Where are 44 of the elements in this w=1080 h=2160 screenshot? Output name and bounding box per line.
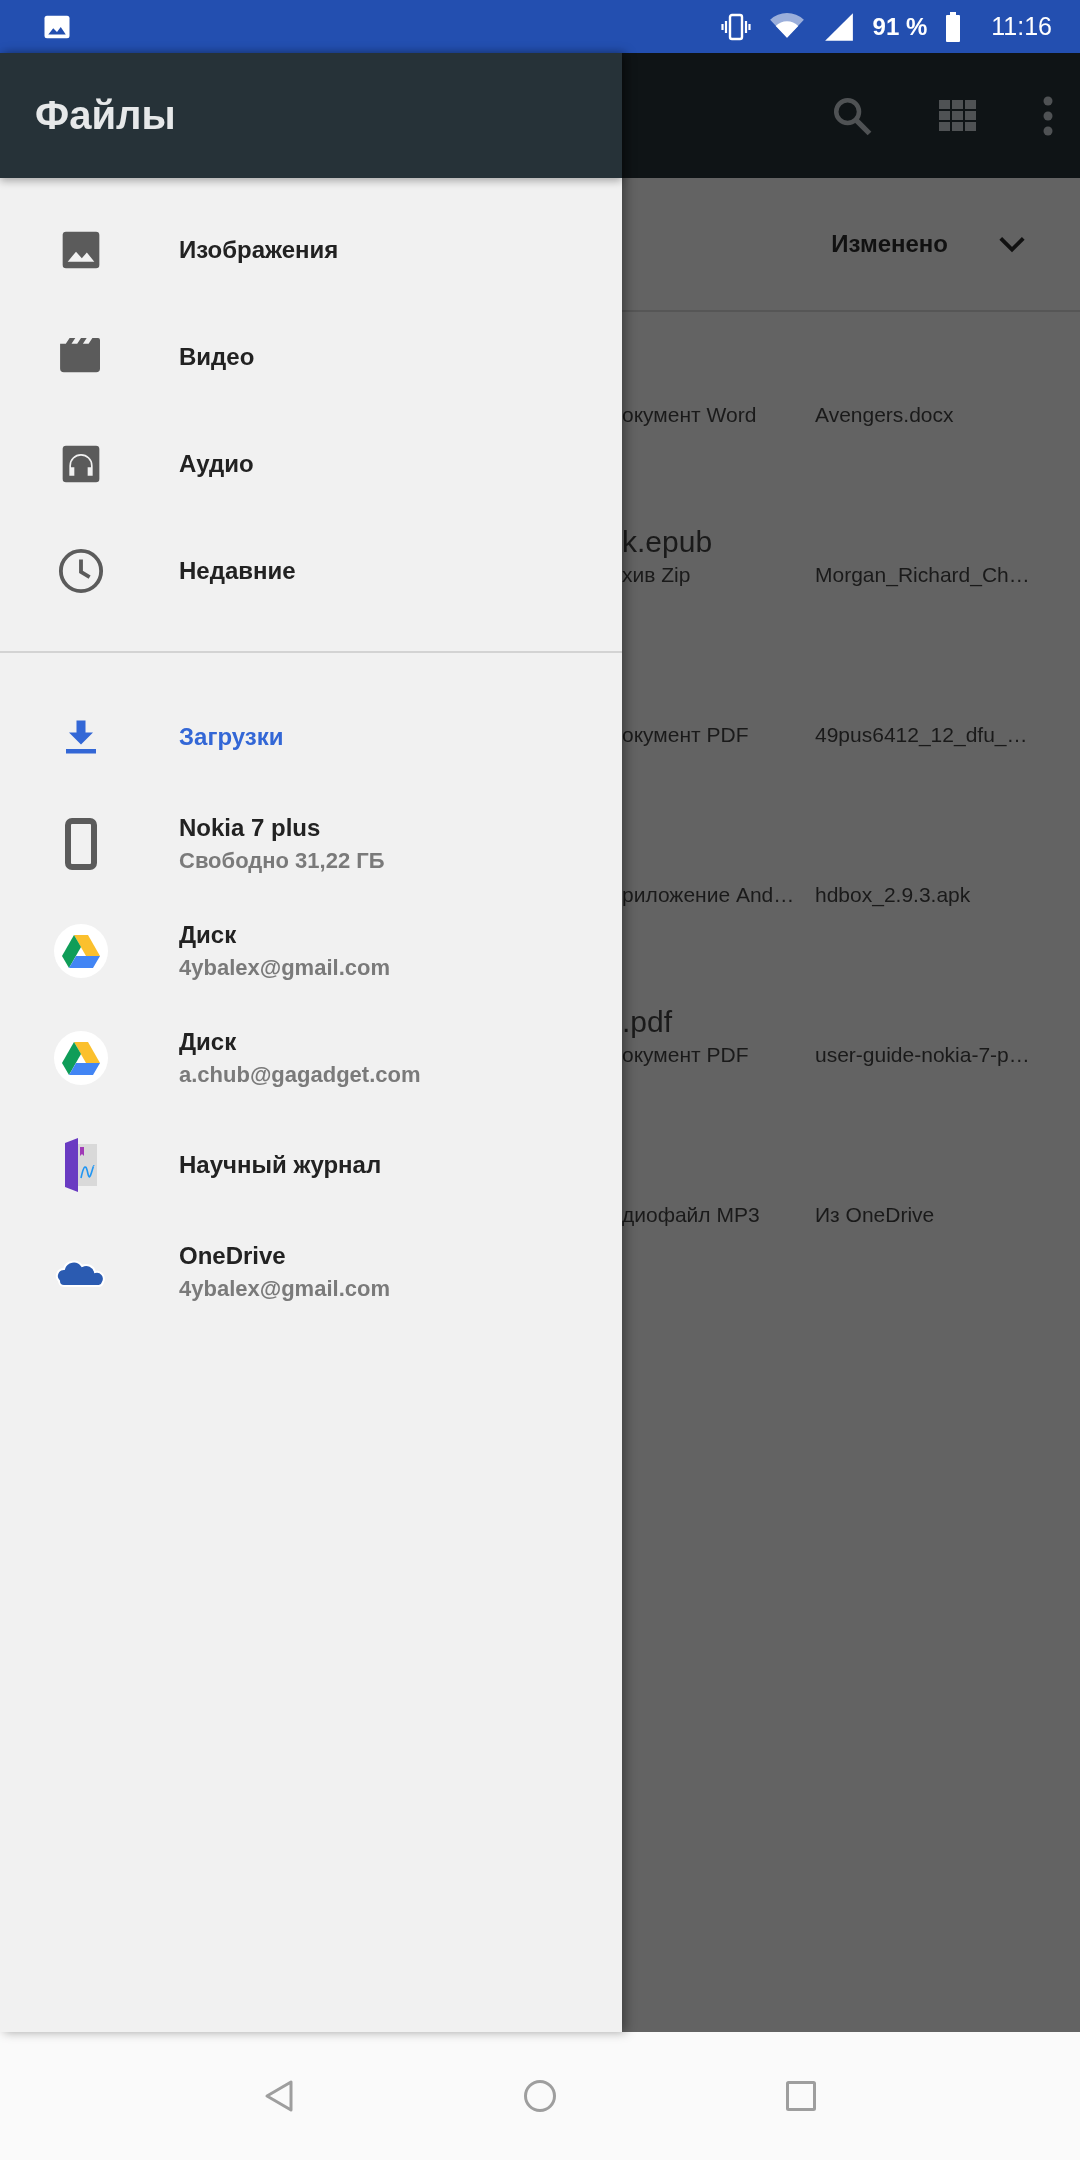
file-name: 49pus6412_12_dfu_… <box>815 723 1028 747</box>
file-type: окумент PDF <box>622 1043 750 1067</box>
drawer-item[interactable]: Диск 4ybalex@gmail.com <box>0 897 622 1004</box>
file-name: Из OneDrive <box>815 1203 935 1227</box>
drawer-item[interactable]: Загрузки <box>0 683 622 790</box>
clock-time: 11:16 <box>991 12 1052 41</box>
file-type: диофайл MP3 <box>622 1203 761 1227</box>
recents-icon[interactable] <box>785 2081 816 2111</box>
file-type: окумент PDF <box>622 723 750 747</box>
file-type: хив Zip <box>622 563 692 587</box>
drawer-item[interactable]: Аудио <box>0 410 622 517</box>
drawer-item[interactable]: Диск a.chub@gagadget.com <box>0 1004 622 1111</box>
drawer-title: Файлы <box>35 93 176 138</box>
file-title: k.epub <box>622 525 713 559</box>
grid-icon[interactable] <box>939 99 977 132</box>
file-name: Morgan_Richard_Ch… <box>815 563 1030 587</box>
phone-icon <box>64 817 97 870</box>
headphones-icon <box>60 443 101 484</box>
file-type: окумент Word <box>622 403 758 427</box>
signal-icon <box>822 10 855 43</box>
triangle-logo-icon <box>53 1030 108 1085</box>
file-type: риложение And… <box>622 883 796 907</box>
back-icon[interactable] <box>264 2079 295 2113</box>
drawer-item[interactable]: Видео <box>0 303 622 410</box>
clock-icon <box>57 547 104 594</box>
drawer-item[interactable]: OneDrive 4ybalex@gmail.com <box>0 1218 622 1325</box>
drawer-item[interactable]: Научный журнал <box>0 1111 622 1218</box>
more-icon[interactable] <box>1043 95 1053 136</box>
home-icon[interactable] <box>523 2079 557 2113</box>
notebook-icon <box>63 1137 98 1192</box>
file-name: user-guide-nokia-7-p… <box>815 1043 1030 1067</box>
drawer-item[interactable]: Недавние <box>0 517 622 624</box>
chevron-down-icon[interactable] <box>998 235 1026 253</box>
vibrate-icon <box>720 11 751 42</box>
file-title: .pdf <box>622 1005 673 1039</box>
image-icon <box>60 229 101 270</box>
wifi-icon <box>768 13 805 40</box>
file-name: Avengers.docx <box>815 403 954 427</box>
drawer-item[interactable]: Nokia 7 plus Свободно 31,22 ГБ <box>0 790 622 897</box>
drawer-item[interactable]: Изображения <box>0 196 622 303</box>
triangle-logo-icon <box>53 923 108 978</box>
battery-percentage: 91 % <box>872 12 928 41</box>
file-name: hdbox_2.9.3.apk <box>815 883 971 907</box>
battery-icon <box>945 11 962 42</box>
